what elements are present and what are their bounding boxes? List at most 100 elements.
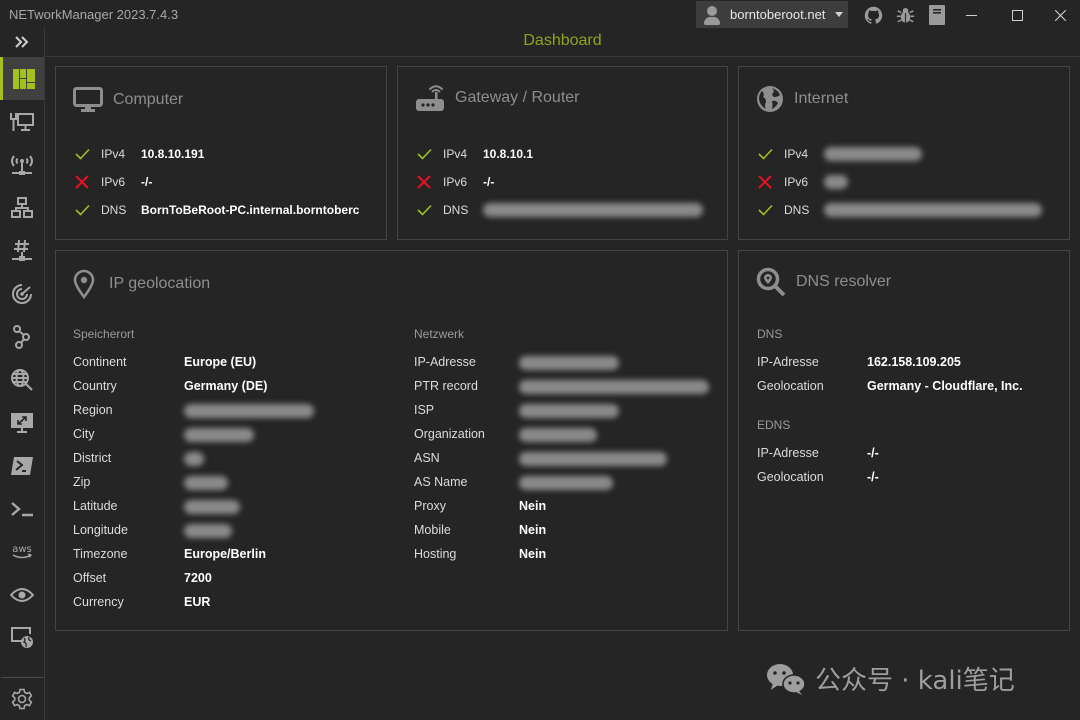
page-title: Dashboard: [523, 32, 602, 49]
sidebar-item-dashboard[interactable]: [0, 57, 44, 100]
sidebar-item-aws-session-manager[interactable]: aws: [0, 530, 44, 573]
maximize-button[interactable]: [994, 0, 1040, 30]
close-button[interactable]: [1037, 0, 1080, 30]
edns-ip-value: -/-: [867, 446, 879, 460]
powershell-icon: [11, 456, 33, 475]
globe-search-icon: [11, 368, 33, 391]
dns-resolver-title: DNS resolver: [796, 273, 892, 290]
location-row: City: [73, 427, 393, 445]
edns-heading: EDNS: [757, 418, 791, 432]
dns-geolocation-row: Geolocation Germany - Cloudflare, Inc.: [757, 379, 1023, 393]
internet-dns-value: [824, 203, 1042, 218]
computer-ipv4-row: IPv4 10.8.10.191: [74, 145, 204, 163]
terminal-icon: [11, 501, 33, 516]
gateway-ipv6-value: -/-: [483, 175, 495, 189]
location-row: Country Germany (DE): [73, 379, 268, 393]
chevron-down-icon: [835, 12, 844, 17]
aws-icon: aws: [12, 544, 32, 558]
sidebar-item-ping-monitor[interactable]: [0, 272, 44, 315]
location-row: Zip: [73, 475, 393, 493]
sidebar-item-tigervnc[interactable]: [0, 573, 44, 616]
network-value: [519, 451, 667, 466]
location-row: Continent Europe (EU): [73, 355, 257, 369]
globe-icon: [757, 86, 783, 112]
sidebar-item-network-interface[interactable]: [0, 100, 44, 143]
network-value: Nein: [519, 523, 547, 537]
watermark: 公众号 · kali笔记: [765, 660, 1015, 697]
computer-dns-value: BornToBeRoot-PC.internal.borntoberc: [141, 203, 360, 217]
sidebar-item-port-scanner[interactable]: [0, 229, 44, 272]
radar-icon: [12, 283, 32, 304]
sidebar-toggle[interactable]: [0, 28, 44, 56]
internet-card-header: Internet: [756, 85, 848, 113]
sidebar-item-dns-lookup[interactable]: [0, 358, 44, 401]
gateway-card-header: Gateway / Router: [415, 83, 580, 113]
app-title: NETworkManager 2023.7.4.3: [9, 7, 179, 22]
profile-name: borntoberoot.net: [730, 7, 826, 22]
sidebar-item-settings[interactable]: [0, 677, 44, 720]
check-icon: [757, 146, 773, 162]
check-icon: [416, 146, 432, 162]
web-console-icon: [11, 626, 33, 648]
location-value: 7200: [184, 571, 212, 585]
edns-geolocation-value: -/-: [867, 470, 879, 484]
sidebar-item-putty[interactable]: [0, 487, 44, 530]
network-row: PTR record: [414, 379, 734, 397]
network-row: AS Name: [414, 475, 734, 493]
location-row: Longitude: [73, 523, 393, 541]
network-value: Nein: [519, 499, 547, 513]
gear-icon: [11, 688, 33, 709]
edns-ip-row: IP-Adresse -/-: [757, 446, 879, 460]
sidebar-item-powershell[interactable]: [0, 444, 44, 487]
sidebar-item-web-console[interactable]: [0, 616, 44, 659]
check-icon: [757, 202, 773, 218]
check-icon: [74, 146, 90, 162]
gateway-dns-row: DNS: [416, 201, 703, 219]
traceroute-icon: [13, 324, 30, 349]
gateway-ipv6-row: IPv6 -/-: [416, 173, 494, 191]
gateway-ipv4-row: IPv4 10.8.10.1: [416, 145, 533, 163]
dns-ip-row: IP-Adresse 162.158.109.205: [757, 355, 961, 369]
location-heading: Speicherort: [73, 327, 135, 341]
sidebar-item-traceroute[interactable]: [0, 315, 44, 358]
cross-icon: [74, 174, 90, 190]
network-row: ISP: [414, 403, 734, 421]
watermark-text: 公众号 · kali笔记: [815, 666, 1015, 696]
map-pin-icon: [73, 269, 95, 299]
minimize-button[interactable]: [948, 0, 994, 30]
svg-text:aws: aws: [12, 544, 32, 555]
sidebar-item-wifi[interactable]: [0, 143, 44, 186]
network-value: [519, 403, 619, 418]
check-icon: [74, 202, 90, 218]
internet-title: Internet: [794, 90, 849, 107]
search-location-icon: [756, 267, 786, 297]
check-icon: [416, 202, 432, 218]
github-icon[interactable]: [863, 5, 883, 25]
location-value: Germany (DE): [184, 379, 268, 393]
location-row: Latitude: [73, 499, 393, 517]
network-value: [519, 355, 619, 370]
wifi-antenna-icon: [11, 154, 33, 175]
gateway-ipv4-value: 10.8.10.1: [483, 147, 534, 161]
profile-selector[interactable]: borntoberoot.net: [696, 1, 848, 28]
sidebar-item-remote-desktop[interactable]: [0, 401, 44, 444]
eye-icon: [10, 587, 34, 602]
sidebar-item-ip-scanner[interactable]: [0, 186, 44, 229]
network-row: Mobile Nein: [414, 523, 547, 537]
location-value: [184, 427, 254, 442]
wechat-icon: [767, 663, 806, 695]
network-row: Proxy Nein: [414, 499, 547, 513]
network-interface-icon: [10, 112, 34, 131]
network-row: Hosting Nein: [414, 547, 547, 561]
computer-dns-row: DNS BornToBeRoot-PC.internal.borntoberc: [74, 201, 359, 219]
book-icon[interactable]: [927, 5, 947, 25]
computer-card-header: Computer: [73, 87, 183, 113]
bug-icon[interactable]: [895, 5, 915, 25]
ip-scanner-icon: [11, 196, 33, 218]
cross-icon: [757, 174, 773, 190]
network-value: Nein: [519, 547, 547, 561]
network-value: [519, 475, 613, 490]
geolocation-card-header: IP geolocation: [73, 269, 210, 299]
location-row: Offset 7200: [73, 571, 212, 585]
internet-ipv4-value: [824, 147, 922, 162]
